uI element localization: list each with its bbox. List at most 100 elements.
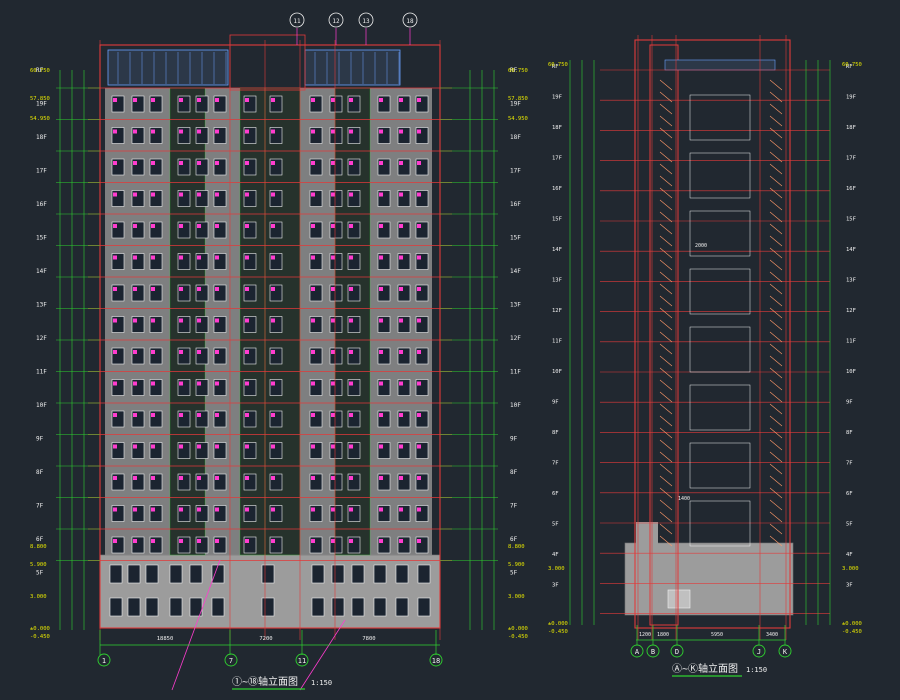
window-mark — [179, 161, 183, 165]
window-mark — [399, 129, 403, 134]
window-mark — [349, 381, 353, 386]
window-mark — [331, 255, 335, 260]
window-mark — [349, 444, 353, 449]
side-floor-label-right: 9F — [846, 400, 853, 406]
floor-label-left: 8F — [36, 469, 44, 476]
side-floor-label-right: 13F — [846, 278, 856, 284]
floor-label-right: 8F — [510, 469, 518, 476]
window-mark — [311, 444, 315, 449]
window-mark — [379, 98, 383, 102]
side-floor-label-right: 4F — [846, 552, 853, 558]
stair-hatch — [769, 235, 783, 247]
floor-label-right: 16F — [510, 201, 521, 208]
stair-hatch — [769, 463, 783, 475]
side-door — [667, 589, 691, 609]
podium-window — [145, 564, 159, 584]
stair-hatch — [769, 211, 783, 223]
window-mark — [151, 539, 155, 543]
stair-hatch — [769, 247, 783, 259]
podium-window — [211, 564, 225, 584]
window-mark — [349, 507, 353, 512]
axis-bubble-label: 1 — [102, 657, 106, 665]
window-mark — [113, 476, 117, 480]
side-axis-bubble-label: B — [651, 648, 655, 656]
window-mark — [151, 381, 155, 386]
elevation-mark-right: 60.750 — [508, 68, 528, 74]
podium-window — [127, 597, 141, 617]
side-axis-bubble-label: D — [675, 648, 679, 656]
window-mark — [379, 350, 383, 354]
window-mark — [197, 381, 201, 386]
podium-window — [311, 564, 325, 584]
side-entry-block — [636, 522, 658, 547]
window-mark — [151, 507, 155, 512]
window-mark — [197, 350, 201, 354]
podium-window — [127, 564, 141, 584]
window-mark — [245, 161, 249, 165]
axis-bubble-label: 18 — [432, 657, 440, 665]
podium-window — [351, 597, 365, 617]
stair-hatch — [659, 199, 673, 211]
window-mark — [331, 476, 335, 480]
window-mark — [271, 255, 275, 260]
side-floor-label-right: 17F — [846, 156, 856, 162]
window-mark — [417, 224, 421, 228]
podium-window — [311, 597, 325, 617]
window-mark — [151, 444, 155, 449]
window-mark — [379, 381, 383, 386]
window-mark — [331, 192, 335, 197]
side-floor-label-left: 3F — [552, 583, 559, 589]
drawing-annotations: ①~⑱轴立面图 1:150 Ⓐ~Ⓚ轴立面图 1:150 — [232, 662, 767, 690]
window-mark — [417, 476, 421, 480]
window-mark — [331, 224, 335, 228]
elevation-mark-right: ±0.000 — [508, 626, 528, 632]
window-mark — [379, 539, 383, 543]
window-mark — [179, 350, 183, 354]
floor-label-left: 17F — [36, 168, 47, 175]
window-mark — [311, 255, 315, 260]
window-mark — [179, 129, 183, 134]
side-panel — [689, 152, 751, 199]
elevation-mark-right: 57.850 — [508, 96, 528, 102]
window-mark — [215, 98, 219, 102]
window-mark — [151, 129, 155, 134]
window-mark — [179, 507, 183, 512]
stair-hatch — [769, 367, 783, 379]
stair-hatch — [659, 379, 673, 391]
stair-hatch — [659, 127, 673, 139]
window-mark — [179, 287, 183, 291]
side-axis-bubble-label: K — [783, 648, 788, 656]
window-mark — [417, 98, 421, 102]
window-mark — [151, 192, 155, 197]
window-mark — [311, 161, 315, 165]
floor-label-left: 5F — [36, 570, 44, 577]
window-mark — [215, 255, 219, 260]
side-floor-label-right: 3F — [846, 583, 853, 589]
window-mark — [399, 98, 403, 102]
window-mark — [331, 129, 335, 134]
window-mark — [215, 350, 219, 354]
window-mark — [113, 98, 117, 102]
window-mark — [133, 350, 137, 354]
window-mark — [399, 255, 403, 260]
stair-hatch — [769, 379, 783, 391]
side-elevation-mark: 60.750 — [548, 62, 568, 68]
inner-dimension: 2000 — [695, 243, 707, 249]
side-floor-label-left: 15F — [552, 217, 562, 223]
stair-hatch — [769, 127, 783, 139]
stair-hatch — [769, 91, 783, 103]
window-mark — [399, 413, 403, 417]
stair-core-roof — [229, 34, 306, 91]
window-mark — [331, 381, 335, 386]
window-mark — [271, 161, 275, 165]
window-mark — [331, 287, 335, 291]
window-mark — [245, 224, 249, 228]
floor-label-left: 7F — [36, 503, 44, 510]
stair-hatch — [659, 319, 673, 331]
stair-hatch — [659, 223, 673, 235]
window-mark — [197, 192, 201, 197]
stair-hatch — [769, 79, 783, 91]
window-mark — [331, 539, 335, 543]
side-floor-label-left: 7F — [552, 461, 559, 467]
floor-label-right: 9F — [510, 436, 518, 443]
